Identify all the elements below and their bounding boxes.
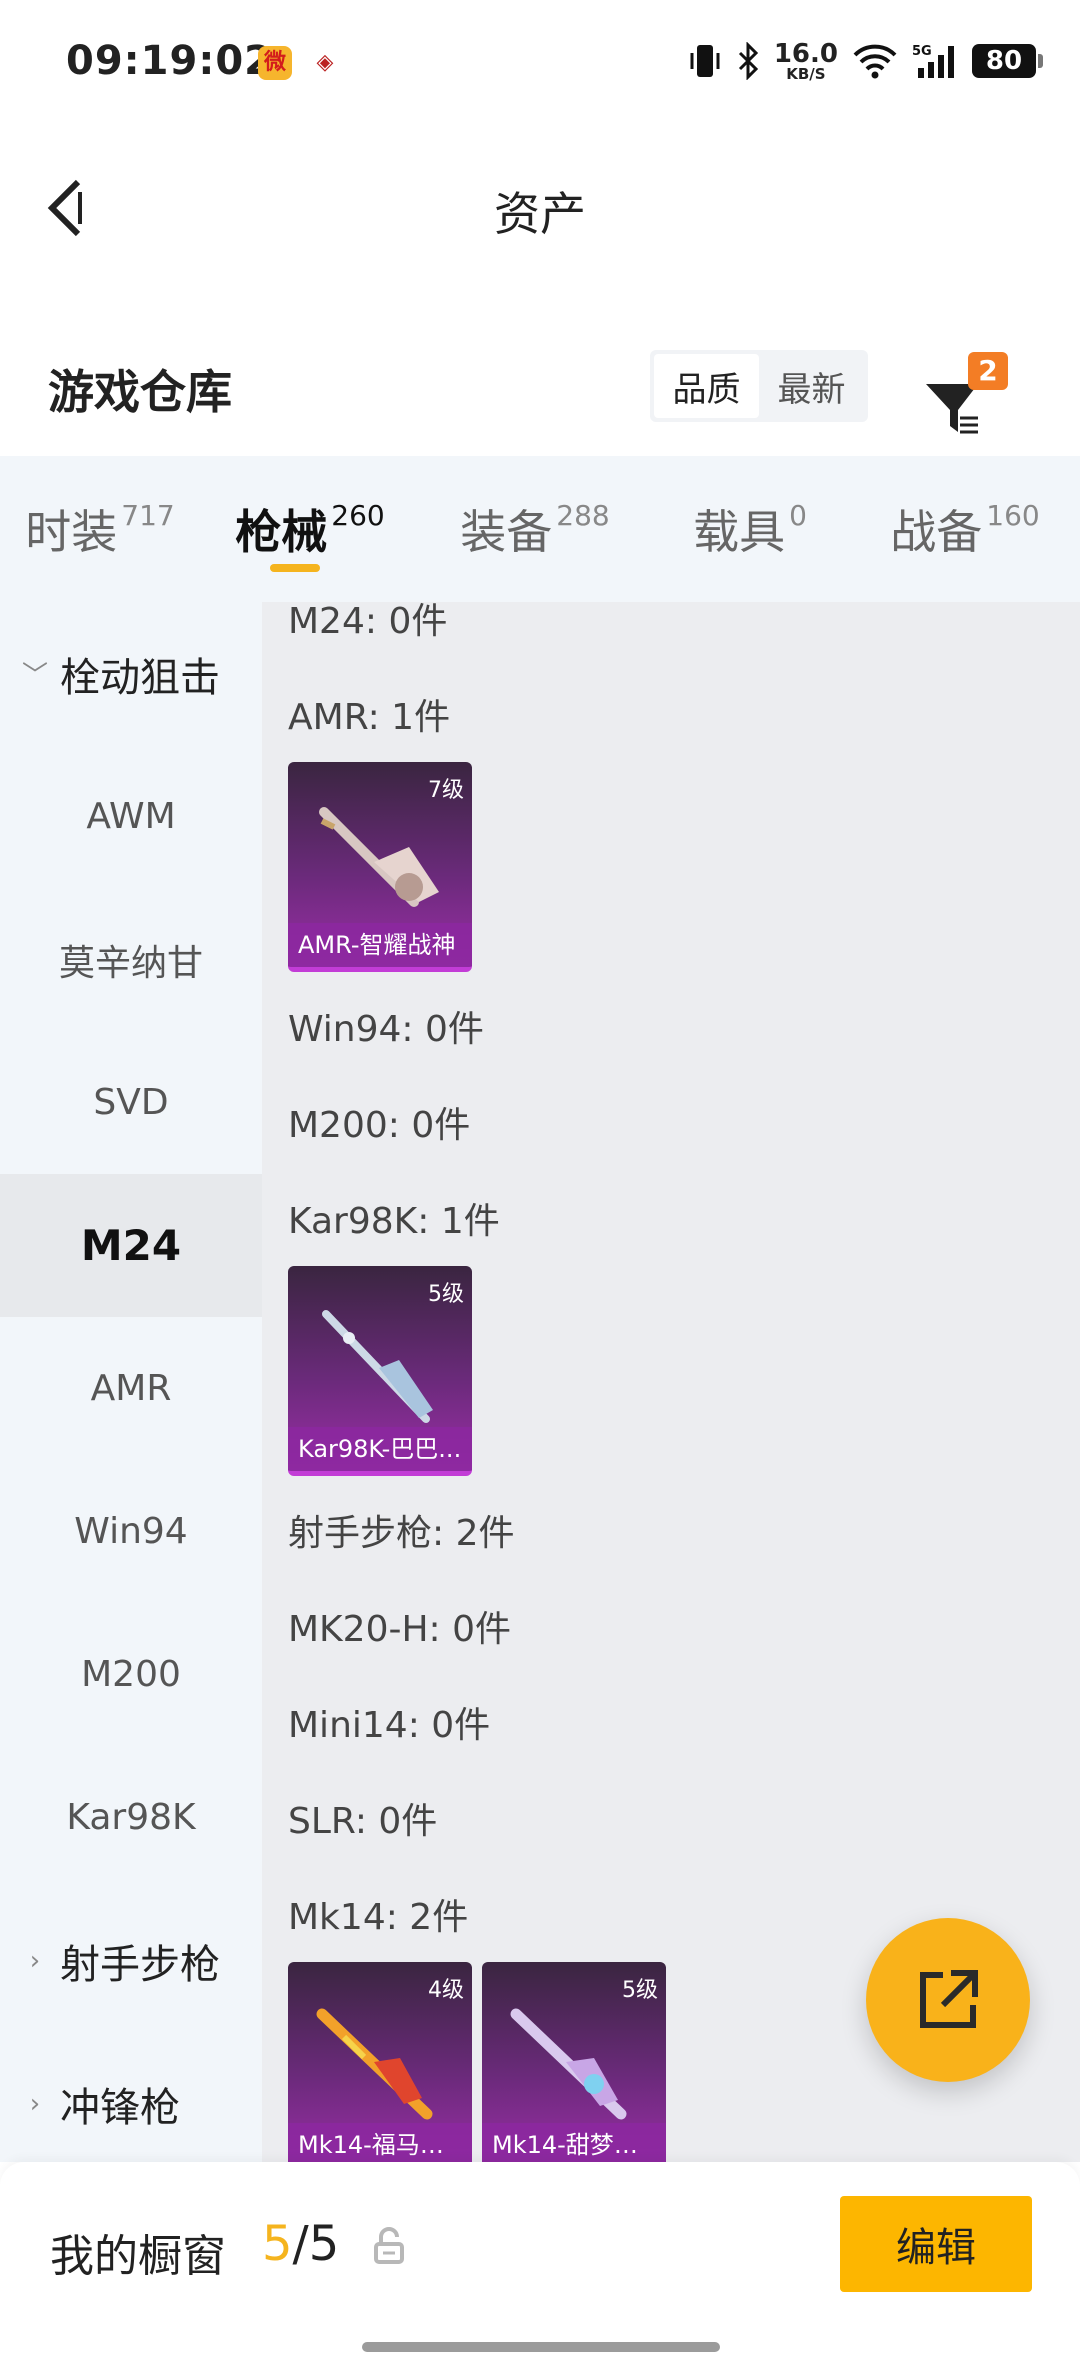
list-heading-kar98k: Kar98K: 1件 xyxy=(288,1201,500,1242)
tab-firearms[interactable]: 枪械 260 xyxy=(200,456,420,602)
item-card-amr[interactable]: 7级 AMR-智耀战神 xyxy=(288,762,472,972)
filter-count-badge: 2 xyxy=(968,352,1008,390)
item-name: AMR-智耀战神 xyxy=(288,923,472,967)
item-card-kar98k[interactable]: 5级 Kar98K-巴巴... xyxy=(288,1266,472,1476)
chevron-right-icon: › xyxy=(29,2088,41,2119)
page-title: 资产 xyxy=(494,187,586,241)
net-speed: 16.0 KB/S xyxy=(773,38,838,83)
rifle-skin-image xyxy=(316,2008,433,2120)
nav-header: 资产 xyxy=(0,120,1080,290)
card-row-amr: 7级 AMR-智耀战神 xyxy=(288,762,1078,972)
edit-button[interactable]: 编辑 xyxy=(840,2196,1032,2292)
category-sidebar: ﹀ 栓动狙击 AWM 莫辛纳甘 SVD M24 AMR Win94 M200 K… xyxy=(0,602,262,2162)
rifle-skin-image xyxy=(322,1310,433,1423)
rifle-skin-image xyxy=(319,807,439,907)
list-heading-slr: SLR: 0件 xyxy=(288,1801,438,1842)
status-right: 16.0 KB/S 5G 80 xyxy=(688,36,1043,86)
rifle-skin-image xyxy=(510,2008,627,2120)
tab-equipment[interactable]: 装备 288 xyxy=(420,456,650,602)
item-card-mk14-b[interactable]: 5级 Mk14-甜梦熊... xyxy=(482,1962,666,2162)
warehouse-header: 游戏仓库 品质 最新 2 xyxy=(0,330,1080,455)
sidebar-item-m24[interactable]: M24 xyxy=(0,1174,262,1317)
sidebar-item-amr[interactable]: AMR xyxy=(0,1317,262,1460)
status-bar: 09:19:02 微 ◈ 16.0 KB/S 5G 80 xyxy=(0,0,1080,120)
battery-indicator: 80 xyxy=(972,44,1043,78)
warehouse-title: 游戏仓库 xyxy=(48,365,232,419)
bluetooth-icon xyxy=(736,41,760,81)
list-heading-marksman: 射手步枪: 2件 xyxy=(288,1513,515,1554)
cellular-signal-icon: 5G xyxy=(912,41,958,81)
sidebar-group-marksman[interactable]: › 射手步枪 xyxy=(0,1889,262,2032)
item-name: Kar98K-巴巴... xyxy=(288,1427,472,1471)
sort-option-newest[interactable]: 最新 xyxy=(759,354,864,418)
sidebar-group-bolt-action[interactable]: ﹀ 栓动狙击 xyxy=(0,602,262,745)
sidebar-item-kar98k[interactable]: Kar98K xyxy=(0,1746,262,1889)
list-heading-m200: M200: 0件 xyxy=(288,1105,471,1146)
sort-toggle: 品质 最新 xyxy=(650,350,868,422)
item-name: Mk14-福马献... xyxy=(288,2123,472,2162)
filter-button[interactable]: 2 xyxy=(924,352,1008,442)
share-button[interactable] xyxy=(866,1918,1030,2082)
sidebar-item-mosin[interactable]: 莫辛纳甘 xyxy=(0,888,262,1031)
share-icon xyxy=(920,1970,978,2028)
item-card-mk14-a[interactable]: 4级 Mk14-福马献... xyxy=(288,1962,472,2162)
sidebar-item-m200[interactable]: M200 xyxy=(0,1603,262,1746)
active-tab-indicator xyxy=(270,564,320,572)
weibo-icon: 微 xyxy=(258,46,292,80)
showcase-count: 5/5 xyxy=(262,2216,340,2272)
showcase-bar: 我的橱窗 5/5 编辑 xyxy=(0,2162,1080,2375)
tab-supplies[interactable]: 战备 160 xyxy=(850,456,1080,602)
sidebar-item-svd[interactable]: SVD xyxy=(0,1031,262,1174)
chevron-right-icon: › xyxy=(29,1945,41,1976)
item-name: Mk14-甜梦熊... xyxy=(482,2123,666,2162)
app-notification-icon: ◈ xyxy=(308,46,342,80)
sidebar-group-smg[interactable]: › 冲锋枪 xyxy=(0,2032,262,2162)
app-root: 09:19:02 微 ◈ 16.0 KB/S 5G 80 资产 游戏仓库 品质 … xyxy=(0,0,1080,2375)
wifi-icon xyxy=(852,41,898,81)
tab-vehicles[interactable]: 载具 0 xyxy=(650,456,850,602)
list-heading-m24: M24: 0件 xyxy=(288,602,448,642)
sidebar-item-awm[interactable]: AWM xyxy=(0,745,262,888)
home-indicator[interactable] xyxy=(362,2342,720,2352)
sidebar-item-win94[interactable]: Win94 xyxy=(0,1460,262,1603)
tab-fashion[interactable]: 时装 717 xyxy=(0,456,200,602)
status-time: 09:19:02 xyxy=(66,38,273,84)
showcase-label: 我的橱窗 xyxy=(50,2231,226,2282)
lock-icon xyxy=(374,2227,404,2264)
list-heading-win94: Win94: 0件 xyxy=(288,1009,484,1050)
list-heading-mk20h: MK20-H: 0件 xyxy=(288,1609,512,1650)
list-heading-amr: AMR: 1件 xyxy=(288,697,451,738)
sort-option-quality[interactable]: 品质 xyxy=(654,354,759,418)
vibrate-icon xyxy=(688,41,722,81)
card-row-kar98k: 5级 Kar98K-巴巴... xyxy=(288,1266,1078,1476)
list-heading-mini14: Mini14: 0件 xyxy=(288,1705,491,1746)
chevron-down-icon: ﹀ xyxy=(21,661,48,691)
svg-text:5G: 5G xyxy=(912,44,932,59)
category-tabs: 时装 717 枪械 260 装备 288 载具 0 战备 160 xyxy=(0,456,1080,602)
